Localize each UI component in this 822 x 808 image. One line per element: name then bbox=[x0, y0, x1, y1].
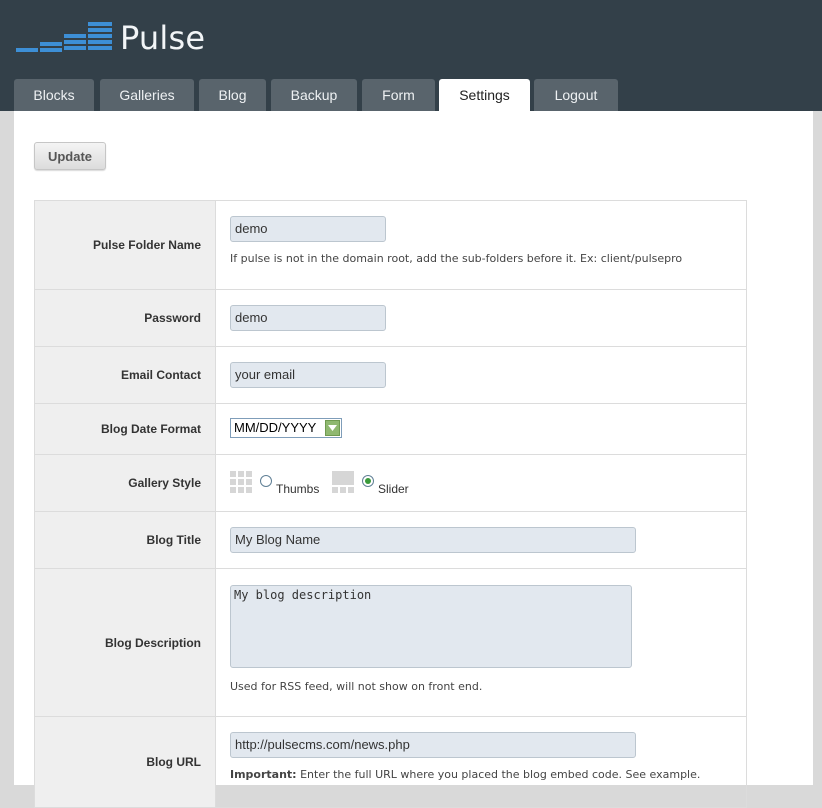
update-button[interactable]: Update bbox=[34, 142, 106, 170]
email-input[interactable]: your email bbox=[230, 362, 386, 388]
logo-bars-icon bbox=[16, 22, 116, 56]
blog-url-input[interactable]: http://pulsecms.com/news.php bbox=[230, 732, 636, 758]
thumbs-label: Thumbs bbox=[276, 482, 320, 496]
folder-label: Pulse Folder Name bbox=[92, 238, 201, 252]
tab-form[interactable]: Form bbox=[362, 79, 435, 111]
password-input[interactable]: demo bbox=[230, 305, 386, 331]
blog-url-label: Blog URL bbox=[146, 755, 201, 769]
setting-row-blog-title: Blog Title My Blog Name bbox=[35, 512, 746, 569]
tab-blog[interactable]: Blog bbox=[199, 79, 266, 111]
email-label: Email Contact bbox=[120, 368, 201, 382]
blog-url-hint-important: Important: bbox=[230, 768, 297, 781]
blog-description-textarea[interactable]: My blog description bbox=[230, 585, 632, 668]
logo-text: Pulse bbox=[120, 19, 206, 57]
settings-table: Pulse Folder Name demo If pulse is not i… bbox=[34, 200, 747, 808]
date-format-value: MM/DD/YYYY bbox=[234, 420, 317, 435]
setting-row-date-format: Blog Date Format MM/DD/YYYY bbox=[35, 404, 746, 455]
blog-title-input[interactable]: My Blog Name bbox=[230, 527, 636, 553]
blog-url-hint-text: Enter the full URL where you placed the … bbox=[296, 768, 701, 781]
header: Pulse Blocks Galleries Blog Backup Form … bbox=[0, 0, 822, 111]
blog-url-hint: Important: Enter the full URL where you … bbox=[230, 768, 700, 781]
blog-description-label: Blog Description bbox=[104, 635, 201, 650]
setting-row-gallery-style: Gallery Style Thumbs Slider bbox=[35, 455, 746, 512]
password-label: Password bbox=[144, 311, 201, 325]
slider-radio[interactable] bbox=[362, 475, 374, 487]
tab-galleries[interactable]: Galleries bbox=[100, 79, 194, 111]
slider-icon bbox=[332, 471, 354, 493]
folder-name-input[interactable]: demo bbox=[230, 216, 386, 242]
tab-logout[interactable]: Logout bbox=[534, 79, 618, 111]
tab-backup[interactable]: Backup bbox=[271, 79, 357, 111]
slider-label: Slider bbox=[378, 482, 409, 496]
blog-title-label: Blog Title bbox=[146, 533, 201, 547]
tab-blocks[interactable]: Blocks bbox=[14, 79, 94, 111]
blog-description-hint: Used for RSS feed, will not show on fron… bbox=[230, 680, 483, 693]
gallery-style-label: Gallery Style bbox=[128, 476, 201, 490]
date-format-select[interactable]: MM/DD/YYYY bbox=[230, 418, 342, 438]
settings-panel: Update Pulse Folder Name demo If pulse i… bbox=[14, 111, 813, 808]
folder-hint: If pulse is not in the domain root, add … bbox=[230, 252, 683, 265]
thumbs-radio[interactable] bbox=[260, 475, 272, 487]
setting-row-blog-url: Blog URL http://pulsecms.com/news.php Im… bbox=[35, 717, 746, 808]
chevron-down-icon[interactable] bbox=[325, 420, 340, 436]
date-format-label: Blog Date Format bbox=[100, 422, 201, 436]
thumbs-grid-icon bbox=[230, 471, 252, 493]
setting-row-password: Password demo bbox=[35, 290, 746, 347]
setting-row-folder: Pulse Folder Name demo If pulse is not i… bbox=[35, 201, 746, 290]
setting-row-blog-description: Blog Description My blog description Use… bbox=[35, 569, 746, 717]
setting-row-email: Email Contact your email bbox=[35, 347, 746, 404]
tab-settings[interactable]: Settings bbox=[439, 79, 530, 111]
